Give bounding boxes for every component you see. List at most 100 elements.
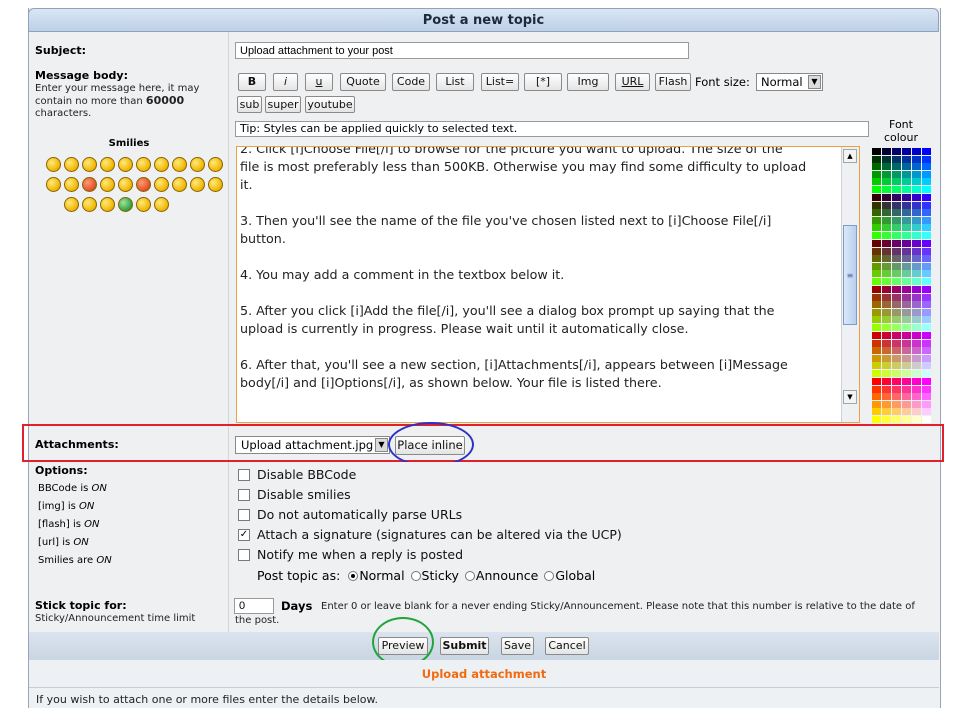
colour-swatch[interactable] [912, 415, 921, 423]
colour-swatch[interactable] [922, 255, 931, 262]
colour-swatch[interactable] [892, 170, 901, 178]
smiley-icon[interactable] [64, 157, 79, 172]
colour-swatch[interactable] [912, 316, 921, 323]
colour-swatch[interactable] [872, 393, 881, 400]
colour-swatch[interactable] [872, 247, 881, 255]
toolbar-button-9[interactable]: URL [615, 73, 650, 91]
colour-swatch[interactable] [882, 408, 891, 415]
colour-swatch[interactable] [892, 255, 901, 262]
colour-swatch[interactable] [922, 201, 931, 209]
textarea-scrollbar[interactable]: ▲ ≡ ▼ [841, 147, 859, 422]
colour-swatch[interactable] [882, 339, 891, 347]
colour-swatch[interactable] [892, 194, 901, 201]
colour-swatch[interactable] [922, 270, 931, 277]
toolbar-button-8[interactable]: Img [567, 73, 609, 91]
option-checkbox[interactable]: ✓ [238, 529, 250, 541]
colour-swatch[interactable] [892, 201, 901, 209]
colour-swatch[interactable] [902, 163, 911, 170]
colour-swatch[interactable] [892, 408, 901, 415]
colour-swatch[interactable] [922, 332, 931, 339]
colour-swatch[interactable] [902, 240, 911, 247]
colour-swatch[interactable] [882, 247, 891, 255]
colour-swatch[interactable] [872, 286, 881, 293]
colour-swatch[interactable] [922, 308, 931, 316]
colour-swatch[interactable] [902, 216, 911, 224]
colour-swatch[interactable] [922, 262, 931, 270]
toolbar-button-2[interactable]: u [305, 73, 333, 91]
colour-swatch[interactable] [912, 339, 921, 347]
colour-swatch[interactable] [892, 155, 901, 163]
colour-swatch[interactable] [872, 347, 881, 354]
smiley-icon[interactable] [82, 157, 97, 172]
colour-swatch[interactable] [872, 209, 881, 216]
toolbar-button-5[interactable]: List [436, 73, 474, 91]
colour-swatch[interactable] [922, 194, 931, 201]
post-as-radio-normal[interactable]: Normal [348, 568, 405, 583]
colour-swatch[interactable] [912, 178, 921, 185]
smiley-icon[interactable] [64, 197, 79, 212]
colour-swatch[interactable] [872, 178, 881, 185]
colour-swatch[interactable] [912, 308, 921, 316]
colour-swatch[interactable] [892, 216, 901, 224]
colour-swatch[interactable] [922, 385, 931, 393]
smiley-icon[interactable] [172, 157, 187, 172]
colour-swatch[interactable] [882, 362, 891, 369]
font-size-select[interactable]: Normal ▼ [756, 73, 823, 91]
colour-swatch[interactable] [912, 277, 921, 285]
colour-swatch[interactable] [922, 240, 931, 247]
cancel-button[interactable]: Cancel [545, 637, 589, 655]
colour-swatch[interactable] [882, 301, 891, 308]
colour-swatch[interactable] [912, 224, 921, 231]
colour-swatch[interactable] [892, 277, 901, 285]
colour-swatch[interactable] [912, 400, 921, 408]
colour-swatch[interactable] [872, 316, 881, 323]
colour-swatch[interactable] [892, 301, 901, 308]
colour-swatch[interactable] [922, 408, 931, 415]
colour-swatch[interactable] [902, 194, 911, 201]
colour-swatch[interactable] [912, 332, 921, 339]
colour-swatch[interactable] [892, 362, 901, 369]
colour-swatch[interactable] [882, 194, 891, 201]
colour-swatch[interactable] [902, 362, 911, 369]
colour-swatch[interactable] [922, 286, 931, 293]
colour-swatch[interactable] [922, 323, 931, 331]
colour-swatch[interactable] [872, 362, 881, 369]
colour-swatch[interactable] [912, 209, 921, 216]
colour-swatch[interactable] [922, 148, 931, 155]
colour-swatch[interactable] [922, 178, 931, 185]
colour-swatch[interactable] [922, 163, 931, 170]
toolbar-button-super[interactable]: super [265, 96, 301, 113]
colour-swatch[interactable] [872, 293, 881, 301]
colour-swatch[interactable] [892, 369, 901, 377]
colour-swatch[interactable] [902, 323, 911, 331]
colour-swatch[interactable] [892, 308, 901, 316]
smiley-icon[interactable] [100, 157, 115, 172]
colour-swatch[interactable] [882, 393, 891, 400]
colour-swatch[interactable] [922, 247, 931, 255]
colour-swatch[interactable] [922, 415, 931, 423]
colour-swatch[interactable] [912, 286, 921, 293]
colour-swatch[interactable] [922, 378, 931, 385]
colour-swatch[interactable] [872, 277, 881, 285]
colour-swatch[interactable] [882, 148, 891, 155]
colour-swatch[interactable] [882, 293, 891, 301]
colour-swatch[interactable] [872, 400, 881, 408]
smiley-icon[interactable] [208, 157, 223, 172]
post-as-radio-sticky[interactable]: Sticky [410, 568, 459, 583]
colour-swatch[interactable] [892, 178, 901, 185]
colour-swatch[interactable] [922, 301, 931, 308]
colour-swatch[interactable] [872, 194, 881, 201]
colour-swatch[interactable] [892, 316, 901, 323]
colour-swatch[interactable] [902, 148, 911, 155]
colour-swatch[interactable] [902, 178, 911, 185]
colour-swatch[interactable] [912, 323, 921, 331]
colour-swatch[interactable] [872, 301, 881, 308]
colour-swatch[interactable] [892, 262, 901, 270]
colour-swatch[interactable] [872, 323, 881, 331]
smiley-icon[interactable] [208, 177, 223, 192]
colour-swatch[interactable] [892, 231, 901, 239]
colour-swatch[interactable] [892, 148, 901, 155]
colour-swatch[interactable] [872, 201, 881, 209]
colour-swatch[interactable] [872, 185, 881, 193]
colour-swatch[interactable] [882, 270, 891, 277]
